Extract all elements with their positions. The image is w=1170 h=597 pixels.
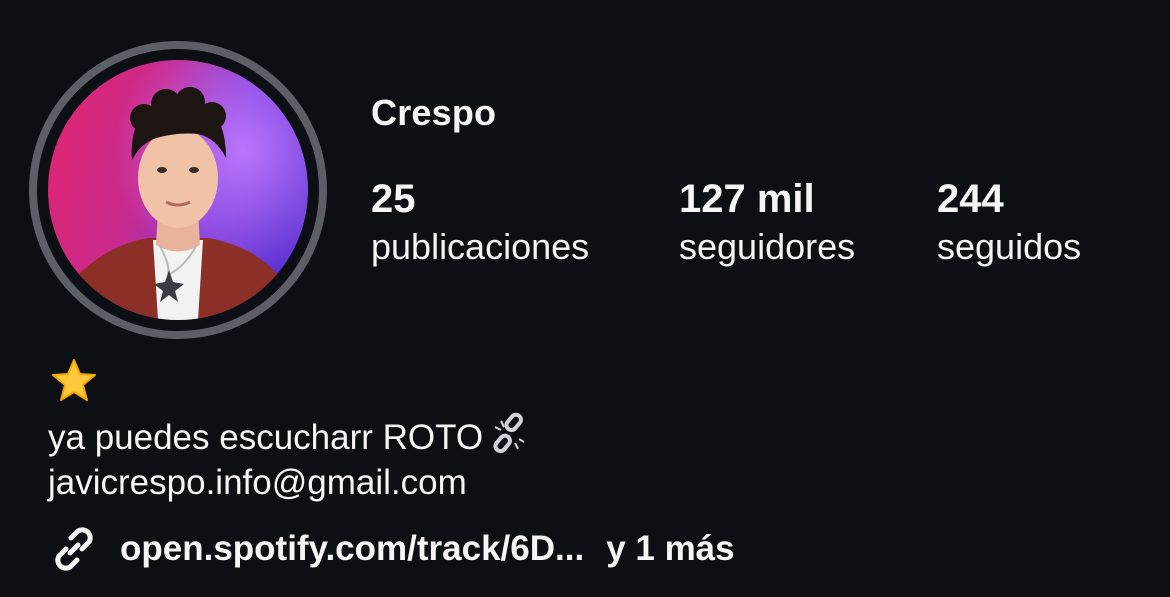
bio-email[interactable]: javicrespo.info@gmail.com — [48, 463, 467, 503]
posts-count: 25 — [371, 177, 416, 221]
external-link-row[interactable]: open.spotify.com/track/6D... y 1 más — [48, 524, 735, 574]
following-count: 244 — [937, 177, 1004, 221]
posts-label: publicaciones — [371, 226, 590, 267]
bio-text: ya puedes escucharr ROTO — [48, 418, 484, 457]
posts-stat[interactable]: 25 publicaciones — [371, 175, 589, 271]
avatar-image — [48, 60, 308, 320]
following-label: seguidos — [937, 226, 1082, 267]
link-icon — [48, 523, 100, 575]
link-url[interactable]: open.spotify.com/track/6D... — [120, 529, 584, 569]
broken-chain-emoji-icon — [489, 411, 529, 455]
username: Crespo — [371, 92, 497, 133]
following-stat[interactable]: 244 seguidos — [937, 175, 1081, 271]
more-links-button[interactable]: y 1 más — [606, 529, 734, 569]
followers-stat[interactable]: 127 mil seguidores — [679, 175, 855, 271]
avatar[interactable] — [48, 60, 308, 320]
followers-count: 127 mil — [679, 177, 815, 221]
bio-line: ya puedes escucharr ROTO — [48, 411, 529, 458]
followers-label: seguidores — [679, 226, 856, 267]
star-emoji-icon — [50, 358, 98, 404]
